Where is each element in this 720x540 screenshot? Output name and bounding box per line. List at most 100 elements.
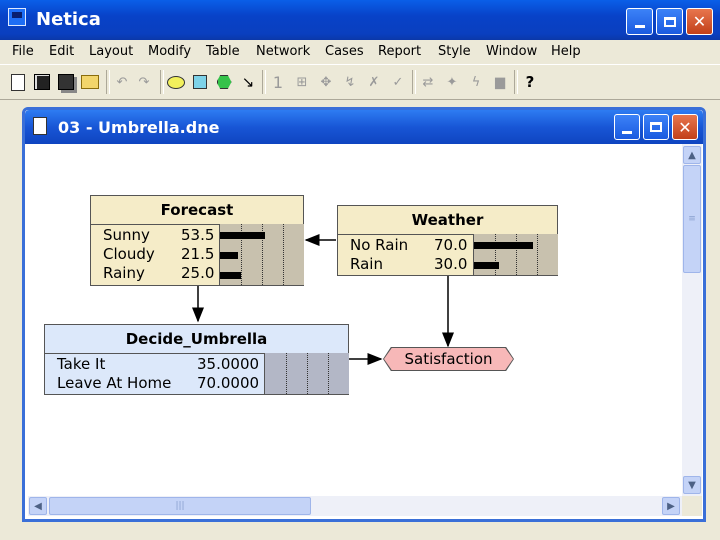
- remove-icon: ✗: [368, 74, 380, 90]
- network-icon: ⊞: [296, 74, 308, 90]
- toolbar-separator: [262, 70, 266, 94]
- toolbar-separator: [106, 70, 110, 94]
- maximize-icon: [663, 16, 676, 27]
- lightning-button[interactable]: ϟ: [466, 72, 486, 92]
- state-value: 25.0: [181, 264, 215, 282]
- decision-node-button[interactable]: [190, 72, 210, 92]
- redo-button[interactable]: ↷: [134, 72, 154, 92]
- minimize-icon: [622, 130, 632, 134]
- document-icon: [33, 117, 47, 135]
- notes-icon: ▆: [495, 74, 505, 90]
- reverse-link-icon: ↯: [344, 74, 356, 90]
- swap-button[interactable]: ⇄: [418, 72, 438, 92]
- node-title: Decide_Umbrella: [45, 325, 348, 354]
- decide-umbrella-node[interactable]: Decide_Umbrella Take It 35.0000 Leave At…: [44, 324, 349, 395]
- menu-table[interactable]: Table: [206, 44, 240, 59]
- scroll-down-button[interactable]: ▼: [683, 476, 701, 494]
- toolbar-separator: [412, 70, 416, 94]
- belief-bar: [220, 252, 238, 259]
- network-button[interactable]: ⊞: [292, 72, 312, 92]
- select-button[interactable]: ✦: [442, 72, 462, 92]
- menu-report[interactable]: Report: [378, 44, 421, 59]
- minimize-icon: [634, 25, 645, 28]
- close-button[interactable]: ✕: [686, 8, 713, 35]
- menu-help[interactable]: Help: [551, 44, 581, 59]
- notes-button[interactable]: ▆: [490, 72, 510, 92]
- right-arrow-icon: ▶: [667, 500, 675, 512]
- state-label: Cloudy: [103, 245, 155, 263]
- belief-bars: [219, 224, 304, 285]
- up-arrow-icon: ▲: [688, 149, 696, 161]
- undo-button[interactable]: ↶: [112, 72, 132, 92]
- compile-icon: 1: [272, 72, 284, 92]
- save-button[interactable]: [32, 72, 52, 92]
- vertical-scroll-thumb[interactable]: ≡: [683, 165, 701, 273]
- node-title: Forecast: [91, 196, 303, 225]
- remove-button[interactable]: ✗: [364, 72, 384, 92]
- down-arrow-icon: ▼: [688, 479, 696, 491]
- minimize-button[interactable]: [626, 8, 653, 35]
- maximize-icon: [650, 122, 662, 132]
- node-title: Weather: [338, 206, 557, 235]
- toolbar-separator: [160, 70, 164, 94]
- state-value: 70.0: [434, 236, 468, 254]
- netica-app-icon: [8, 8, 26, 26]
- toolbar-separator: [514, 70, 518, 94]
- menu-window[interactable]: Window: [486, 44, 537, 59]
- grip-icon: |||: [175, 501, 185, 511]
- utility-node-button[interactable]: [214, 72, 234, 92]
- utility-node-icon: [216, 75, 232, 89]
- weather-node[interactable]: Weather No Rain 70.0 Rain 30.0: [337, 205, 558, 276]
- maximize-button[interactable]: [656, 8, 683, 35]
- horizontal-scroll-thumb[interactable]: |||: [49, 497, 311, 515]
- save-all-button[interactable]: [56, 72, 76, 92]
- redo-icon: ↷: [138, 74, 150, 90]
- state-label: No Rain: [350, 236, 409, 254]
- state-value: 21.5: [181, 245, 215, 263]
- left-arrow-icon: ◀: [34, 500, 42, 512]
- help-button[interactable]: ?: [520, 72, 540, 92]
- open-folder-button[interactable]: [80, 72, 100, 92]
- state-value: 30.0: [434, 255, 468, 273]
- menu-file[interactable]: File: [12, 44, 34, 59]
- scroll-up-button[interactable]: ▲: [683, 146, 701, 164]
- menu-cases[interactable]: Cases: [325, 44, 364, 59]
- state-label: Sunny: [103, 226, 150, 244]
- swap-icon: ⇄: [422, 74, 434, 90]
- undo-icon: ↶: [116, 74, 128, 90]
- belief-bar: [474, 242, 533, 249]
- open-folder-icon: [81, 75, 99, 89]
- decision-node-icon: [193, 75, 207, 89]
- compile-button[interactable]: 1: [268, 72, 288, 92]
- close-icon: ✕: [678, 117, 692, 137]
- belief-bars: [473, 234, 558, 275]
- satisfaction-node[interactable]: Satisfaction: [384, 348, 513, 370]
- node-title: Satisfaction: [404, 350, 493, 368]
- lightning-icon: ϟ: [471, 74, 481, 90]
- doc-maximize-button[interactable]: [643, 114, 669, 140]
- scroll-right-button[interactable]: ▶: [662, 497, 680, 515]
- reverse-link-button[interactable]: ↯: [340, 72, 360, 92]
- save-all-icon: [58, 74, 74, 90]
- doc-close-button[interactable]: ✕: [672, 114, 698, 140]
- arrow-tool-button[interactable]: ↘: [238, 72, 258, 92]
- state-label: Rain: [350, 255, 383, 273]
- forecast-node[interactable]: Forecast Sunny 53.5 Cloudy 21.5 Rainy 25…: [90, 195, 304, 286]
- nature-node-button[interactable]: [166, 72, 186, 92]
- belief-bar: [220, 232, 265, 239]
- scroll-left-button[interactable]: ◀: [29, 497, 47, 515]
- new-file-button[interactable]: [8, 72, 28, 92]
- arrow-tool-icon: ↘: [241, 73, 255, 91]
- menu-modify[interactable]: Modify: [148, 44, 191, 59]
- absorb-button[interactable]: ✥: [316, 72, 336, 92]
- doc-minimize-button[interactable]: [614, 114, 640, 140]
- menu-style[interactable]: Style: [438, 44, 471, 59]
- belief-bar: [474, 262, 499, 269]
- help-icon: ?: [525, 73, 535, 91]
- check-button[interactable]: ✓: [388, 72, 408, 92]
- menu-network[interactable]: Network: [256, 44, 310, 59]
- state-label: Leave At Home: [57, 374, 172, 392]
- menu-layout[interactable]: Layout: [89, 44, 133, 59]
- absorb-icon: ✥: [320, 74, 332, 90]
- menu-edit[interactable]: Edit: [49, 44, 74, 59]
